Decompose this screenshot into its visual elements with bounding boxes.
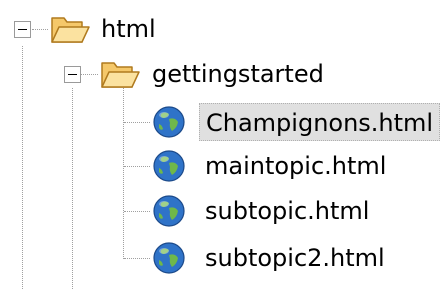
tree-guide-line xyxy=(124,211,150,212)
tree-guide-line xyxy=(124,258,150,259)
tree-node-subtopic-html[interactable]: subtopic.html xyxy=(199,192,375,230)
tree-node-html[interactable]: html xyxy=(95,10,162,48)
globe-icon xyxy=(153,242,185,274)
tree-node-champignons-html[interactable]: Champignons.html xyxy=(199,103,441,141)
tree-guide-line xyxy=(22,46,23,289)
collapse-toggle-root[interactable] xyxy=(14,21,31,38)
tree-guide-line xyxy=(72,88,73,289)
collapse-toggle-gettingstarted[interactable] xyxy=(64,66,81,83)
globe-icon xyxy=(153,195,185,227)
tree-guide-line xyxy=(81,74,98,75)
tree-guide-line xyxy=(124,122,150,123)
folder-open-icon xyxy=(51,17,90,43)
globe-icon xyxy=(153,106,185,138)
globe-icon xyxy=(153,150,185,182)
tree-node-subtopic2-html[interactable]: subtopic2.html xyxy=(199,239,391,277)
file-tree: html gettingstarted Champignons.html mai… xyxy=(0,0,446,289)
tree-guide-line xyxy=(32,29,48,30)
tree-guide-line xyxy=(124,166,150,167)
tree-node-gettingstarted[interactable]: gettingstarted xyxy=(146,55,330,93)
folder-open-icon xyxy=(101,62,140,88)
tree-node-maintopic-html[interactable]: maintopic.html xyxy=(199,147,392,185)
tree-guide-line xyxy=(123,88,124,259)
